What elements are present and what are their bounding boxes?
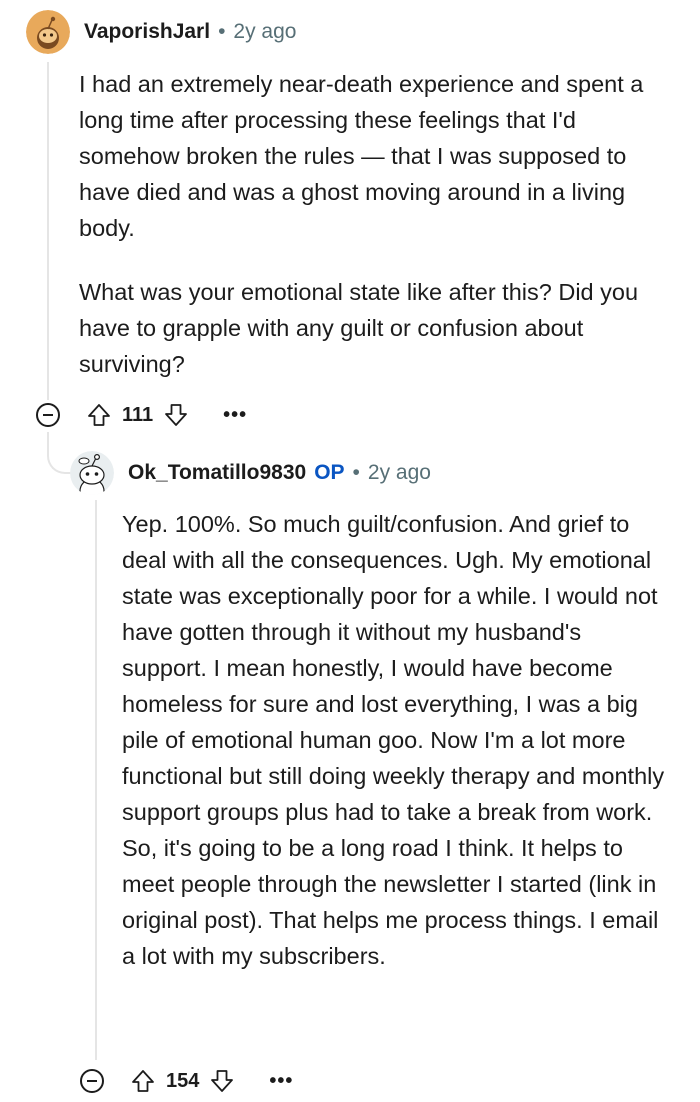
comment-author[interactable]: Ok_Tomatillo9830 (128, 461, 306, 485)
avatar[interactable] (70, 451, 114, 495)
comment-body: Yep. 100%. So much guilt/confusion. And … (122, 506, 670, 974)
meta-separator: • (218, 20, 226, 43)
downvote-icon[interactable] (163, 402, 189, 428)
collapse-icon[interactable] (80, 1069, 104, 1093)
comment-header: VaporishJarl • 2y ago (26, 10, 296, 54)
reply-connector (47, 432, 71, 474)
comment-paragraph: Yep. 100%. So much guilt/confusion. And … (122, 511, 665, 969)
meta-separator: • (352, 461, 360, 484)
comment-actions: 111 ••• (36, 402, 247, 428)
comment-paragraph: I had an extremely near-death experience… (79, 71, 644, 241)
thread-line (47, 62, 49, 400)
comment-timestamp[interactable]: 2y ago (233, 20, 296, 44)
downvote-icon[interactable] (209, 1068, 235, 1094)
comment-body: I had an extremely near-death experience… (79, 66, 669, 382)
more-options-icon[interactable]: ••• (269, 1070, 293, 1093)
comment-actions: 154 ••• (80, 1068, 293, 1094)
comment-header: Ok_Tomatillo9830 OP • 2y ago (70, 451, 431, 495)
thread-line-reply (95, 500, 97, 1060)
collapse-icon[interactable] (36, 403, 60, 427)
comment-timestamp[interactable]: 2y ago (368, 461, 431, 485)
comment-paragraph: What was your emotional state like after… (79, 279, 639, 377)
vote-score: 154 (166, 1069, 200, 1092)
upvote-icon[interactable] (130, 1068, 156, 1094)
upvote-icon[interactable] (86, 402, 112, 428)
snoo-avatar-icon (70, 451, 114, 495)
more-options-icon[interactable]: ••• (223, 404, 247, 427)
comment-author[interactable]: VaporishJarl (84, 20, 210, 44)
op-badge: OP (314, 461, 345, 484)
avatar[interactable] (26, 10, 70, 54)
vote-score: 111 (122, 403, 154, 426)
snoo-avatar-icon (26, 10, 70, 54)
